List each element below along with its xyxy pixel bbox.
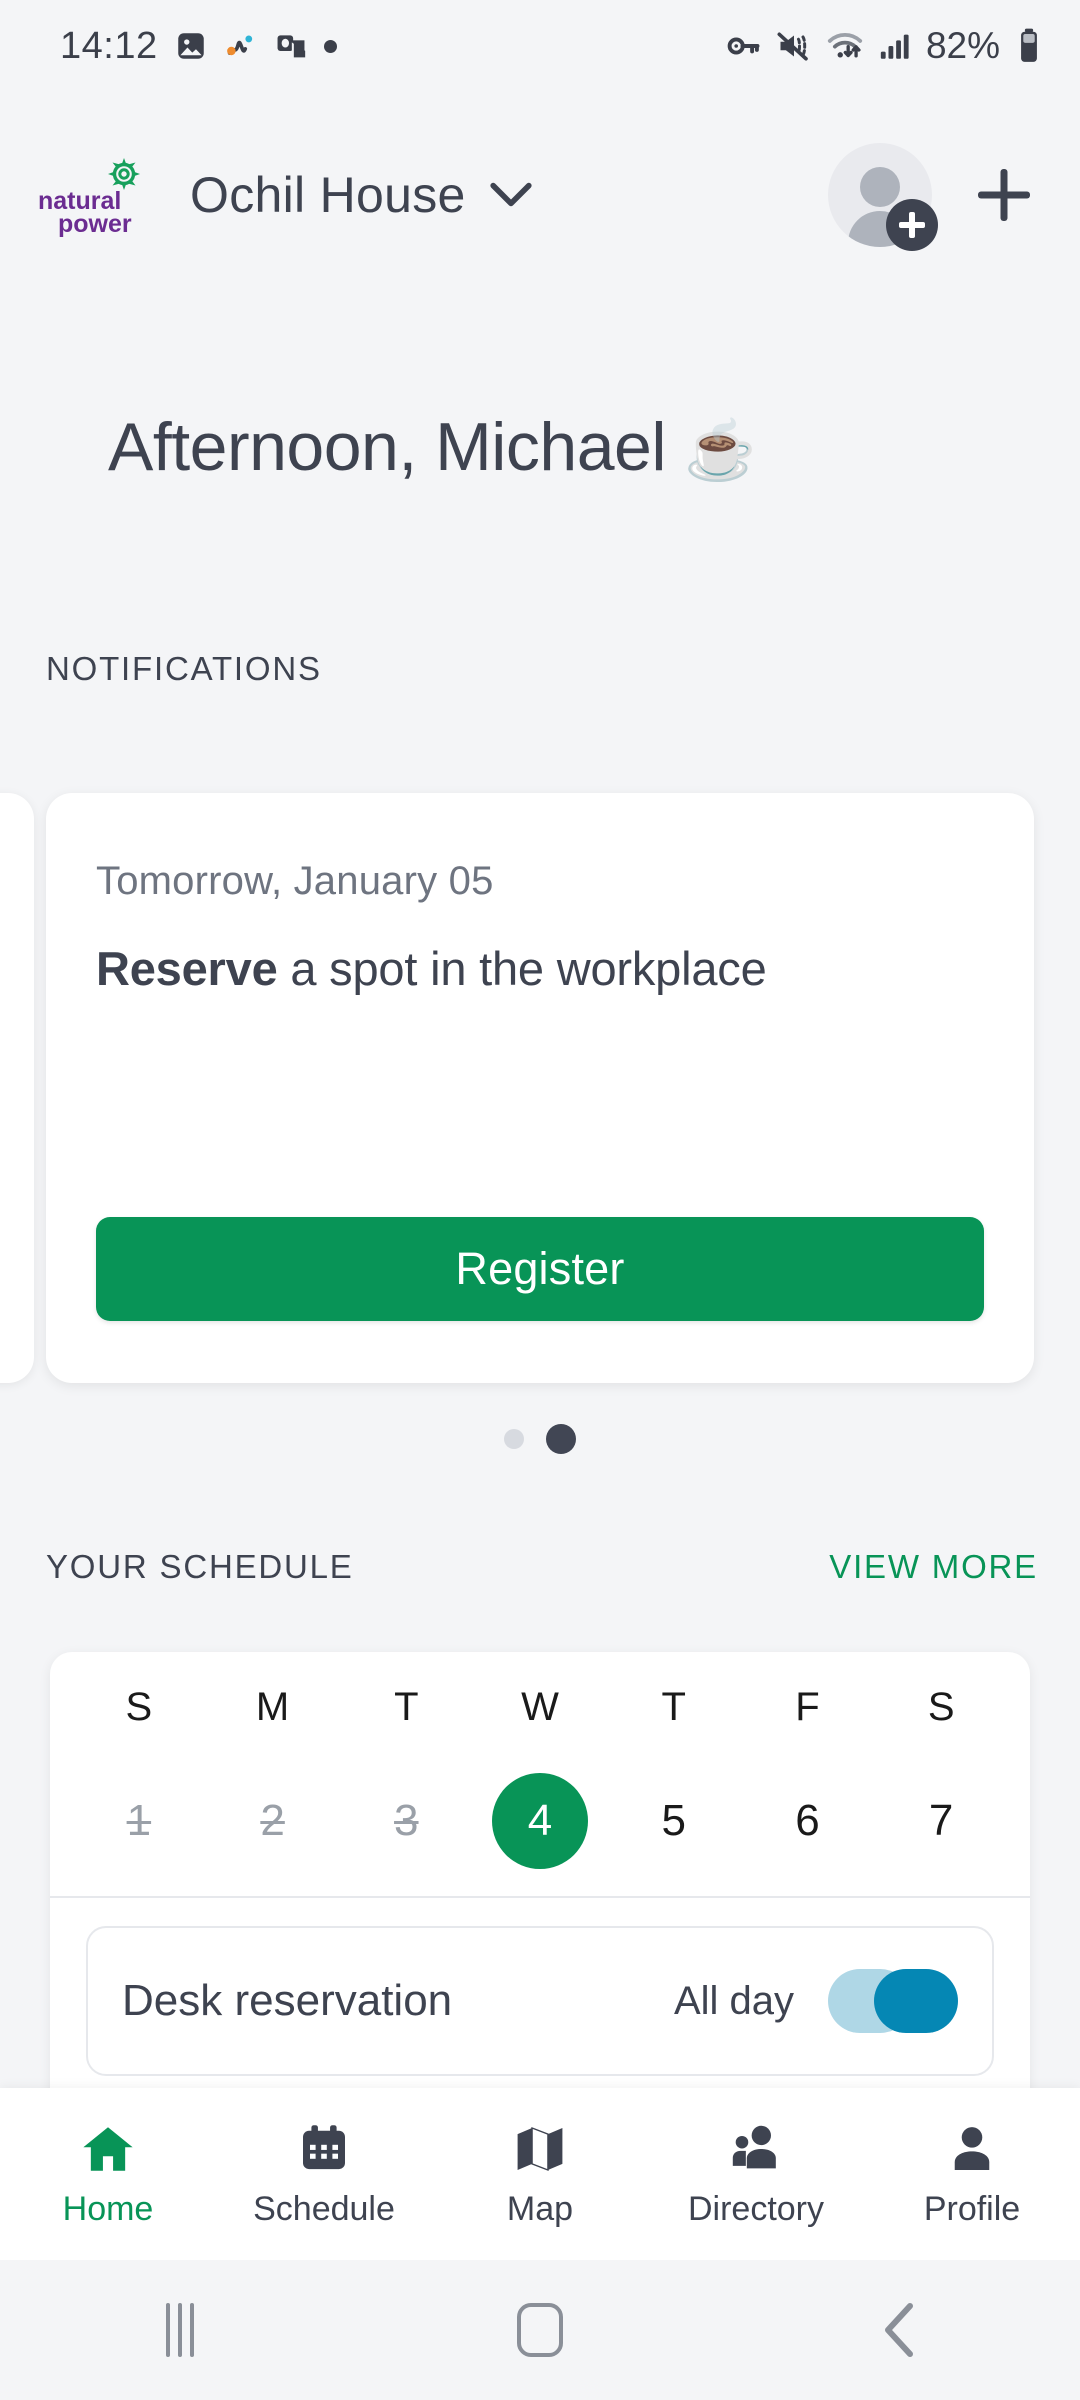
outlook-icon xyxy=(277,35,305,59)
date-cell[interactable]: 6 xyxy=(741,1773,875,1869)
weekday-label: T xyxy=(394,1684,419,1729)
natural-power-logo: natural power xyxy=(36,152,154,238)
date-number: 3 xyxy=(394,1796,419,1845)
date-number: 2 xyxy=(260,1796,285,1845)
home-icon xyxy=(517,2303,563,2357)
status-bar: 14:12 82% xyxy=(0,0,1080,92)
notification-title-rest: a spot in the workplace xyxy=(277,942,767,995)
date-cell[interactable]: 1 xyxy=(72,1773,206,1869)
date-cell-selected[interactable]: 4 xyxy=(473,1773,607,1869)
wifi-icon xyxy=(827,33,863,58)
weekday-label: F xyxy=(795,1684,820,1729)
register-button[interactable]: Register xyxy=(96,1217,984,1321)
weekday-label: S xyxy=(125,1684,153,1729)
event-status-chips xyxy=(828,1969,958,2033)
event-chip-dark xyxy=(874,1969,958,2033)
weekday-label: M xyxy=(255,1684,290,1729)
nav-label: Home xyxy=(62,2189,154,2228)
date-cell[interactable]: 3 xyxy=(339,1773,473,1869)
activity-icon xyxy=(226,35,252,56)
android-navigation-bar xyxy=(0,2260,1080,2400)
plus-icon[interactable] xyxy=(964,155,1044,235)
notification-card-previous[interactable] xyxy=(0,793,34,1383)
nav-label: Directory xyxy=(687,2189,825,2228)
person-icon xyxy=(943,2120,1001,2178)
date-row: 1 2 3 4 5 6 7 xyxy=(50,1762,1030,1880)
date-number: 7 xyxy=(928,1796,954,1845)
nav-item-profile[interactable]: Profile xyxy=(864,2088,1080,2260)
weekday-header-row: S M T W T F S xyxy=(50,1652,1030,1762)
notification-title-bold: Reserve xyxy=(96,942,278,995)
notification-date: Tomorrow, January 05 xyxy=(96,859,494,903)
nav-item-home[interactable]: Home xyxy=(0,2088,216,2260)
nav-label: Schedule xyxy=(253,2189,395,2228)
weekday-label: W xyxy=(521,1684,559,1729)
android-recents-button[interactable] xyxy=(0,2303,360,2357)
nav-label: Map xyxy=(506,2189,574,2228)
date-cell[interactable]: 2 xyxy=(206,1773,340,1869)
schedule-event-item[interactable]: Desk reservation All day xyxy=(86,1926,994,2076)
app-header: natural power Ochil House xyxy=(0,136,1080,254)
date-cell[interactable]: 5 xyxy=(607,1773,741,1869)
calendar-icon xyxy=(295,2120,353,2178)
site-name: Ochil House xyxy=(190,167,466,223)
status-bar-right: 82% xyxy=(726,25,1044,67)
greeting-text: Afternoon, Michael xyxy=(108,409,666,485)
signal-icon xyxy=(880,34,909,59)
chevron-down-icon xyxy=(490,182,532,207)
carousel-pagination[interactable] xyxy=(0,1424,1080,1454)
add-person-badge-icon[interactable] xyxy=(886,199,938,251)
status-clock: 14:12 xyxy=(60,24,158,67)
site-selector[interactable]: Ochil House xyxy=(190,166,534,224)
page-title: Afternoon, Michael ☕ xyxy=(108,408,756,486)
carousel-dot-1[interactable] xyxy=(504,1429,524,1449)
notification-title: Reserve a spot in the workplace xyxy=(96,940,984,998)
weekday-label: T xyxy=(661,1684,686,1729)
back-icon xyxy=(885,2303,913,2357)
recents-icon xyxy=(166,2303,194,2357)
coffee-emoji-icon: ☕ xyxy=(683,418,756,483)
event-title: Desk reservation xyxy=(122,1976,453,2025)
status-bar-left: 14:12 xyxy=(60,25,337,68)
battery-percent: 82% xyxy=(925,25,1000,66)
nav-item-schedule[interactable]: Schedule xyxy=(216,2088,432,2260)
battery-icon xyxy=(1021,28,1037,62)
notifications-section-label: NOTIFICATIONS xyxy=(46,650,322,687)
nav-label: Profile xyxy=(923,2189,1021,2228)
avatar[interactable] xyxy=(828,143,938,251)
svg-text:power: power xyxy=(58,210,132,238)
bottom-navigation: Home Schedule Map Directory Profile xyxy=(0,2088,1080,2260)
event-duration: All day xyxy=(673,1978,794,2023)
android-back-button[interactable] xyxy=(720,2302,1080,2358)
nav-item-directory[interactable]: Directory xyxy=(648,2088,864,2260)
weekday-label: S xyxy=(927,1684,955,1729)
home-icon xyxy=(79,2120,137,2178)
date-number: 4 xyxy=(492,1773,589,1869)
mute-vibrate-icon xyxy=(777,32,808,61)
map-icon xyxy=(511,2120,569,2178)
view-more-link[interactable]: VIEW MORE xyxy=(829,1548,1038,1586)
image-icon xyxy=(177,33,204,59)
avatar-head xyxy=(860,167,900,207)
divider xyxy=(50,1896,1030,1898)
schedule-card: S M T W T F S 1 2 3 4 5 6 7 Desk reserva… xyxy=(50,1652,1030,2122)
nav-item-map[interactable]: Map xyxy=(432,2088,648,2260)
date-number: 5 xyxy=(661,1796,686,1845)
date-number: 6 xyxy=(795,1796,820,1845)
notification-card[interactable]: Tomorrow, January 05 Reserve a spot in t… xyxy=(46,793,1034,1383)
app-screen: 14:12 82% natural power Ochil House Afte… xyxy=(0,0,1080,2400)
notifications-carousel[interactable]: Tomorrow, January 05 Reserve a spot in t… xyxy=(0,793,1080,1383)
carousel-dot-2[interactable] xyxy=(546,1424,576,1454)
schedule-section-label: YOUR SCHEDULE xyxy=(46,1548,354,1585)
dot-icon xyxy=(323,39,337,53)
android-home-button[interactable] xyxy=(360,2303,720,2357)
date-cell[interactable]: 7 xyxy=(874,1773,1008,1869)
people-icon xyxy=(727,2120,785,2178)
date-number: 1 xyxy=(126,1796,152,1845)
vpn-key-icon xyxy=(727,37,760,55)
